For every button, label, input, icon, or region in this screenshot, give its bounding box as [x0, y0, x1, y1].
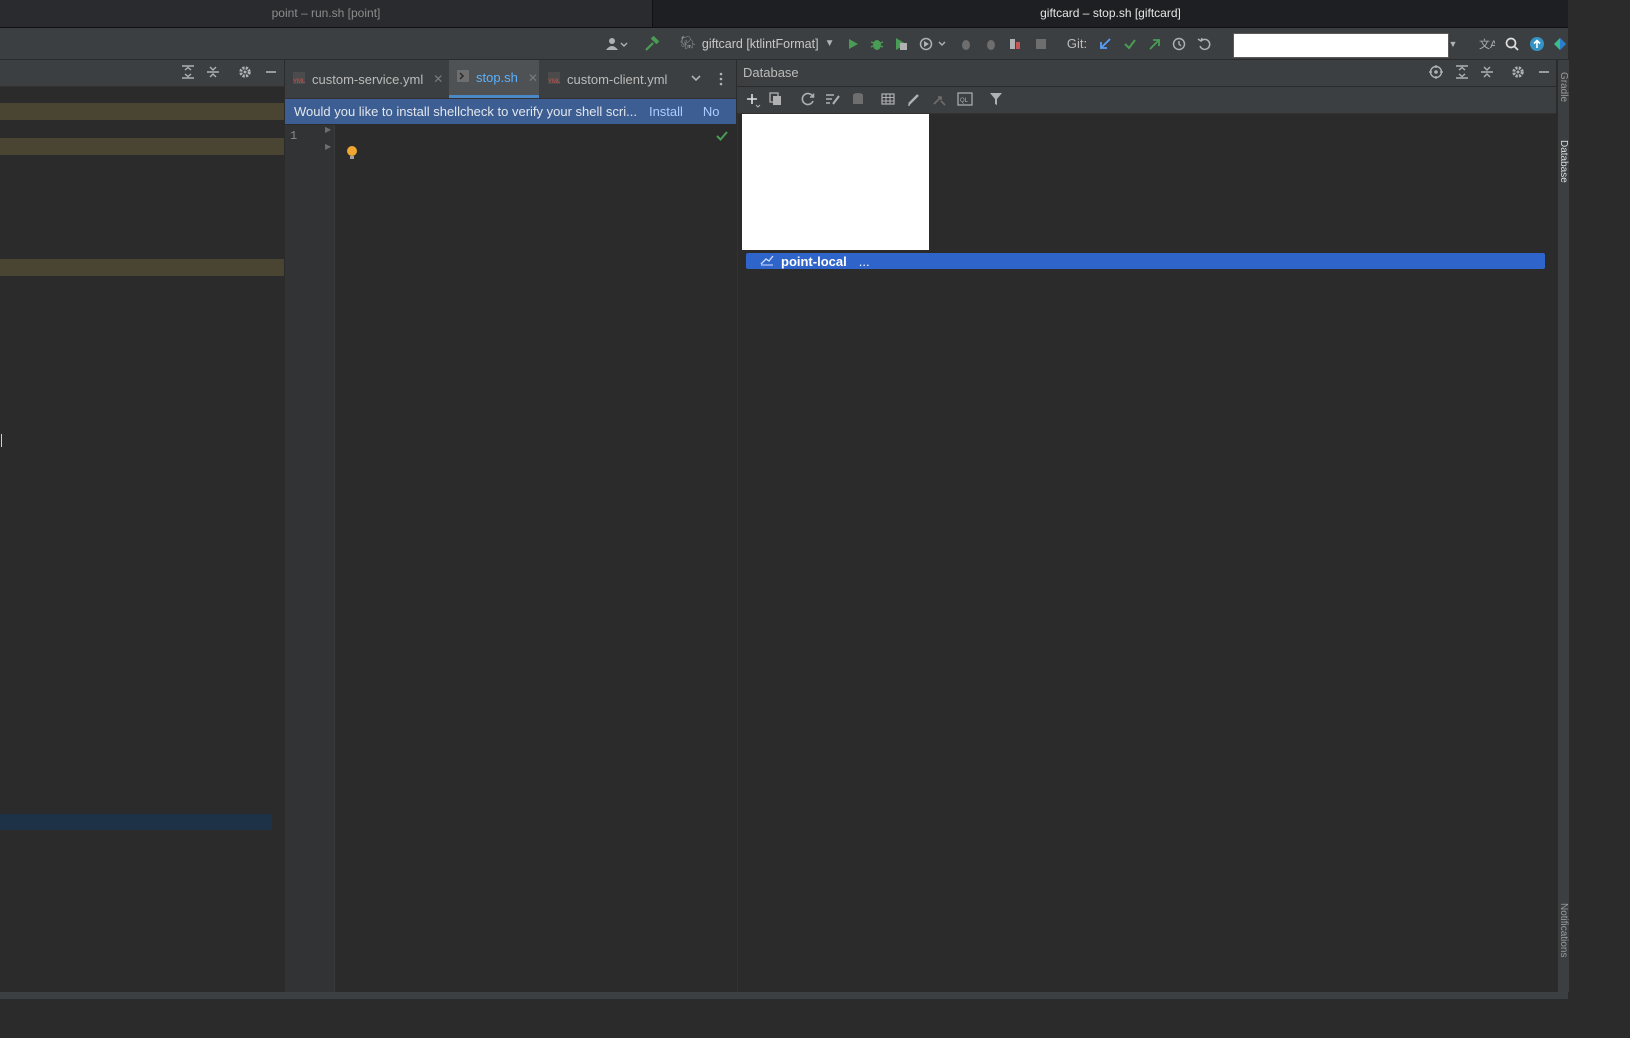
highlighted-tree-row[interactable] [0, 103, 284, 120]
shellcheck-notification-banner: Would you like to install shellcheck to … [285, 99, 736, 124]
more-vertical-icon[interactable] [718, 72, 724, 89]
editor-gutter: 1 ▶ ▶ [285, 125, 335, 992]
datasource-properties-icon[interactable] [851, 92, 865, 109]
collapse-all-icon[interactable] [206, 65, 220, 82]
svg-text:YML: YML [548, 79, 561, 85]
tab-stop-sh[interactable]: stop.sh ✕ [449, 60, 539, 98]
git-rollback-icon[interactable] [1193, 28, 1215, 59]
git-history-icon[interactable] [1168, 28, 1190, 59]
add-icon[interactable] [745, 92, 761, 111]
git-label: Git: [1066, 36, 1088, 51]
debug-attach-icon[interactable] [980, 28, 1002, 59]
highlighted-tree-row[interactable] [0, 138, 284, 155]
translate-icon[interactable]: 文A [1476, 28, 1498, 59]
project-panel-header [0, 60, 284, 87]
datasource-label: point-local [781, 253, 847, 269]
install-link[interactable]: Install [649, 104, 683, 119]
window-tab-giftcard[interactable]: giftcard – stop.sh [giftcard] [653, 0, 1568, 27]
user-profile-icon[interactable] [603, 28, 631, 59]
datasource-suffix: ... [858, 253, 870, 269]
search-everywhere-input[interactable] [1233, 33, 1449, 58]
chevron-down-icon: ▼ [824, 38, 835, 49]
git-commit-icon[interactable] [1119, 28, 1141, 59]
tab-label: custom-service.yml [312, 71, 424, 87]
collapse-all-icon[interactable] [1480, 65, 1494, 82]
highlighted-tree-row[interactable] [0, 259, 284, 276]
coverage-icon[interactable] [890, 28, 912, 59]
gradle-tool-tab[interactable]: Gradle [1558, 72, 1569, 102]
svg-text:文A: 文A [1479, 37, 1495, 51]
close-icon[interactable]: ✕ [433, 72, 443, 86]
query-console-icon[interactable]: QL [957, 92, 973, 109]
refresh-icon[interactable] [801, 92, 815, 109]
shell-script-icon [456, 69, 470, 86]
editor-tab-bar: YML custom-service.yml ✕ stop.sh ✕ YML c… [285, 60, 736, 99]
ide-update-icon[interactable] [1526, 28, 1548, 59]
popup-blank-area [742, 114, 929, 250]
attach-debugger-icon[interactable] [955, 28, 977, 59]
code-editor[interactable] [335, 125, 736, 992]
banner-message: Would you like to install shellcheck to … [294, 104, 637, 119]
plugin-logo-icon[interactable] [1552, 28, 1568, 59]
tab-label: stop.sh [476, 70, 518, 85]
line-number: 1 [290, 129, 298, 143]
no-link[interactable]: No [703, 104, 720, 119]
run-configuration-selector[interactable]: 🐘︎ giftcard [ktlintFormat] ▼ [680, 28, 834, 59]
schema-edit-icon[interactable] [825, 92, 841, 109]
gradle-icon: 🐘︎ [680, 36, 696, 50]
profiler-icon[interactable] [916, 28, 952, 59]
chevron-down-icon[interactable] [690, 72, 702, 87]
tab-label: custom-client.yml [567, 71, 668, 87]
window-tab-point[interactable]: point – run.sh [point] [0, 0, 653, 27]
table-view-icon[interactable] [881, 92, 895, 109]
close-icon[interactable]: ✕ [528, 71, 538, 85]
minimize-panel-icon[interactable] [1537, 65, 1551, 82]
edit-icon[interactable] [907, 92, 921, 109]
database-toolbar: QL [737, 87, 1556, 114]
database-tool-tab[interactable]: Database [1558, 140, 1569, 183]
svg-text:YML: YML [293, 79, 306, 85]
minimize-panel-icon[interactable] [264, 65, 278, 82]
build-hammer-icon[interactable] [640, 28, 664, 59]
fold-arrow-icon[interactable]: ▶ [325, 125, 331, 134]
database-panel-title: Database [743, 65, 799, 80]
git-update-icon[interactable] [1094, 28, 1116, 59]
duplicate-icon[interactable] [769, 92, 783, 109]
run-config-label: giftcard [ktlintFormat] [701, 36, 819, 51]
search-icon[interactable] [1501, 28, 1523, 59]
fold-arrow-icon[interactable]: ▶ [325, 142, 331, 151]
text-caret [1, 434, 2, 447]
datasource-tree-row[interactable]: point-local ... [746, 253, 1545, 269]
debug-icon[interactable] [866, 28, 888, 59]
project-panel [0, 60, 284, 992]
run-icon[interactable] [842, 28, 864, 59]
rerun-failed-icon[interactable] [1004, 28, 1026, 59]
status-bar [0, 992, 1568, 999]
expand-all-icon[interactable] [1455, 65, 1469, 82]
svg-text:QL: QL [960, 98, 969, 104]
notifications-tool-tab[interactable]: Notifications [1558, 903, 1569, 957]
database-panel-header: Database [737, 60, 1556, 86]
lightbulb-icon[interactable] [346, 145, 358, 164]
git-push-icon[interactable] [1143, 28, 1165, 59]
expand-all-icon[interactable] [181, 65, 195, 82]
no-problems-check-icon [716, 130, 728, 145]
selected-tree-row[interactable] [0, 814, 272, 830]
gear-icon[interactable] [238, 65, 252, 82]
window-tab-bar: point – run.sh [point] giftcard – stop.s… [0, 0, 1568, 28]
yaml-file-icon: YML [547, 71, 561, 88]
yaml-file-icon: YML [292, 71, 306, 88]
datasource-icon [760, 254, 774, 269]
gear-icon[interactable] [1511, 65, 1525, 82]
jump-to-source-icon[interactable] [932, 92, 946, 109]
tab-custom-client-yml[interactable]: YML custom-client.yml [547, 60, 667, 98]
stop-icon[interactable] [1030, 28, 1052, 59]
right-tool-strip: Gradle Database Notifications [1557, 60, 1569, 992]
tab-custom-service-yml[interactable]: YML custom-service.yml ✕ [292, 60, 443, 98]
locate-icon[interactable] [1429, 65, 1443, 82]
filter-icon[interactable] [989, 92, 1003, 109]
